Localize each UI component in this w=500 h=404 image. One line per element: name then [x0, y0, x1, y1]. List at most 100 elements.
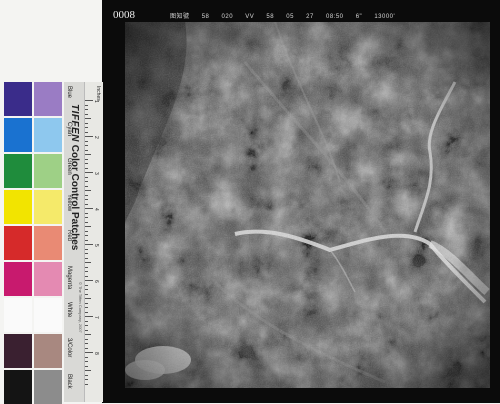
ruler-number: 2: [93, 136, 99, 139]
ruler-tick: [85, 190, 91, 191]
ruler-tick: [85, 136, 93, 137]
color-patch: [34, 154, 62, 188]
patch-label: Green: [66, 158, 72, 175]
meta-field: 020: [221, 14, 234, 20]
ruler-number: 5: [93, 244, 99, 247]
ruler-tick: [85, 329, 88, 331]
ruler-tick: [85, 365, 88, 367]
color-patch: [34, 334, 62, 368]
ruler-tick: [85, 253, 88, 254]
ruler-tick: [85, 181, 88, 182]
ruler-tick: [85, 140, 88, 142]
patch-label: White: [66, 302, 72, 318]
ruler-tick: [85, 343, 88, 344]
ruler-tick: [85, 217, 88, 218]
patch-label: 3/Color: [66, 338, 72, 358]
ruler-label: Inches: [95, 86, 101, 101]
ruler-tick: [85, 131, 88, 133]
ruler-tick: [85, 298, 91, 299]
ruler-tick: [85, 379, 88, 380]
copyright-text: © The Tiffen Company, 2007: [78, 282, 83, 333]
meta-field: 6": [355, 14, 363, 20]
ruler-tick: [85, 118, 91, 119]
ruler-tick: [85, 338, 88, 340]
ruler-tick: [85, 154, 91, 155]
ruler-tick: [85, 275, 88, 277]
patch-label: Blue: [66, 86, 72, 99]
color-patch: [4, 334, 32, 368]
color-patch: [4, 82, 32, 116]
ruler-tick: [85, 185, 88, 187]
ruler-tick: [85, 109, 88, 110]
patch-label: Black: [66, 374, 72, 389]
ruler-tick: [85, 122, 88, 124]
target-label-column: TIFFEN Color Control Patches Blue Cyan G…: [64, 82, 84, 402]
meta-field: 58: [266, 14, 275, 20]
ruler-number: 8: [93, 352, 99, 355]
ruler-number: 7: [93, 316, 99, 319]
ruler-tick: [85, 293, 88, 295]
ruler-tick: [85, 320, 88, 322]
ruler-tick: [85, 176, 88, 178]
ruler-tick: [85, 262, 91, 263]
ruler-tick: [85, 289, 88, 290]
meta-field: 58: [201, 14, 210, 20]
ruler-number: 1: [93, 100, 99, 103]
patch-label: Cyan: [66, 122, 72, 137]
color-patch: [4, 262, 32, 296]
ruler-tick: [85, 208, 93, 209]
ruler-tick: [85, 199, 88, 200]
ruler-tick: [85, 325, 88, 326]
ruler-tick: [85, 370, 91, 371]
ruler-tick: [85, 334, 91, 335]
color-patch: [34, 370, 62, 404]
inch-ruler: Inches 1 2 3 4 5 6 7 8: [84, 82, 103, 402]
meta-field: 13000': [374, 14, 396, 20]
meta-field: 05: [286, 14, 294, 20]
patch-label: Yellow: [66, 194, 72, 212]
meta-field: 图知號: [170, 14, 190, 20]
ruler-tick: [85, 127, 88, 128]
aerial-photograph: [125, 22, 490, 388]
color-patch: [34, 118, 62, 152]
color-patch-strip: [4, 82, 66, 404]
ruler-tick: [85, 235, 88, 236]
meta-field: 08:50: [326, 14, 344, 20]
ruler-tick: [85, 271, 88, 272]
ruler-tick: [85, 221, 88, 223]
ruler-tick: [85, 149, 88, 151]
ruler-tick: [85, 347, 88, 349]
ruler-tick: [85, 352, 93, 353]
ruler-tick: [85, 248, 88, 250]
ruler-tick: [85, 307, 88, 308]
ruler-tick: [85, 172, 93, 173]
color-patch: [4, 154, 32, 188]
color-patch: [4, 118, 32, 152]
color-patch: [34, 82, 62, 116]
ruler-number: 3: [93, 172, 99, 175]
patch-label: Magenta: [66, 266, 72, 290]
color-patch: [34, 262, 62, 296]
ruler-tick: [85, 194, 88, 196]
ruler-tick: [85, 163, 88, 164]
ruler-number: 4: [93, 208, 99, 211]
ruler-tick: [85, 158, 88, 160]
patch-label: Red: [66, 230, 72, 242]
ruler-tick: [85, 226, 91, 227]
color-patch: [4, 226, 32, 260]
ruler-tick: [85, 280, 93, 281]
ruler-tick: [85, 311, 88, 313]
ruler-tick: [85, 167, 88, 169]
ruler-tick: [85, 383, 88, 385]
ruler-tick: [85, 100, 93, 101]
color-patch: [4, 370, 32, 404]
ruler-tick: [85, 266, 88, 268]
ruler-tick: [85, 113, 88, 115]
color-patch: [34, 298, 62, 332]
film-metadata: 图知號 58 020 VV 58 05 27 08:50 6" 13000': [170, 11, 405, 20]
ruler-tick: [85, 316, 93, 317]
color-patch: [34, 226, 62, 260]
color-patch: [4, 298, 32, 332]
ruler-tick: [85, 104, 88, 106]
ruler-tick: [85, 244, 93, 245]
